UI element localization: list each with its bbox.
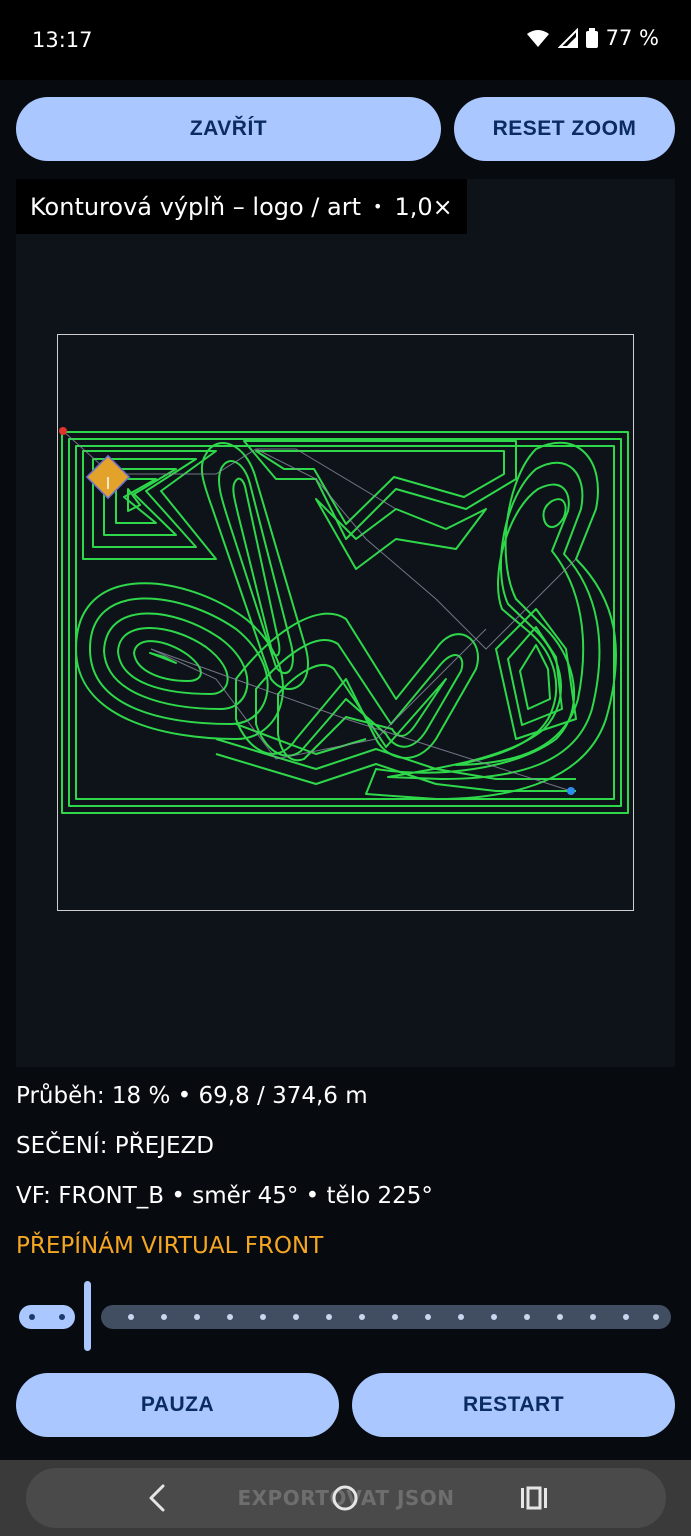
navigation-bar: EXPORTOVAT JSON: [0, 1460, 691, 1536]
zoom-level: 1,0×: [394, 192, 453, 221]
warning-text: PŘEPÍNÁM VIRTUAL FRONT: [16, 1233, 324, 1259]
reset-zoom-button[interactable]: RESET ZOOM: [454, 97, 675, 161]
status-bar: 13:17 77 %: [0, 0, 691, 80]
path-viewport[interactable]: [16, 179, 675, 1067]
title-separator: •: [373, 197, 383, 216]
start-marker: [59, 427, 67, 435]
back-icon[interactable]: [145, 1478, 169, 1518]
battery-icon: [585, 28, 598, 48]
restart-button[interactable]: RESTART: [352, 1373, 675, 1437]
contour-paths: [61, 431, 629, 814]
viewer-title-chip: Konturová výplň – logo / art • 1,0×: [16, 179, 467, 234]
slider-thumb[interactable]: [84, 1281, 91, 1351]
recents-icon[interactable]: [519, 1478, 549, 1518]
clock: 13:17: [32, 28, 93, 52]
home-icon[interactable]: [330, 1478, 360, 1518]
slider-inactive-track[interactable]: [101, 1305, 671, 1329]
signal-icon: [557, 28, 578, 48]
close-button[interactable]: ZAVŘÍT: [16, 97, 441, 161]
end-marker: [567, 787, 575, 795]
wifi-icon: [526, 30, 549, 47]
viewer-title: Konturová výplň – logo / art: [30, 192, 361, 221]
mowing-path-canvas[interactable]: [16, 179, 675, 1067]
virtual-front-text: VF: FRONT_B • směr 45° • tělo 225°: [16, 1183, 433, 1209]
slider-active-track[interactable]: [19, 1305, 75, 1329]
status-icons: 77 %: [526, 26, 659, 50]
pause-button[interactable]: PAUZA: [16, 1373, 339, 1437]
battery-percent: 77 %: [605, 26, 659, 50]
progress-text: Průběh: 18 % • 69,8 / 374,6 m: [16, 1083, 368, 1109]
mode-text: SEČENÍ: PŘEJEZD: [16, 1133, 214, 1159]
